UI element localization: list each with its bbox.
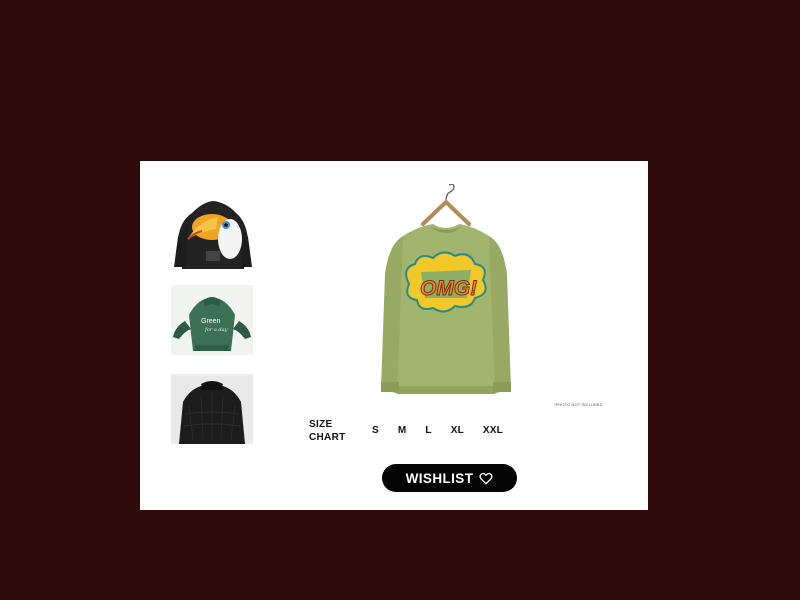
green-hoodie-print-text: Green (201, 318, 221, 325)
product-card: Green for a day OMG! *PHOTO NOT INCLUDED… (140, 161, 648, 510)
thumbnail-black-jacket[interactable] (171, 374, 253, 444)
size-options: S M L XL XXL (372, 425, 522, 436)
size-option-s[interactable]: S (372, 425, 379, 436)
size-option-m[interactable]: M (398, 425, 407, 436)
photo-note: *PHOTO NOT INCLUDED (554, 402, 603, 407)
size-option-xxl[interactable]: XXL (483, 425, 503, 436)
svg-text:for a day: for a day (204, 327, 228, 333)
black-jacket-image (179, 381, 245, 444)
size-chart-label: SIZE CHART (309, 419, 346, 443)
green-hoodie-image: Green for a day (173, 297, 251, 351)
wishlist-button[interactable]: WISHLIST (382, 464, 517, 492)
heart-outline-icon (479, 472, 493, 484)
main-product-image: OMG! (371, 184, 521, 409)
wishlist-label: WISHLIST (405, 470, 474, 486)
thumbnail-toucan-hoodie[interactable] (172, 199, 254, 269)
toucan-hoodie-image (172, 199, 254, 269)
size-option-xl[interactable]: XL (451, 425, 464, 436)
omg-graphic-text: OMG! (420, 277, 477, 300)
thumbnail-green-hoodie[interactable]: Green for a day (171, 285, 253, 355)
size-option-l[interactable]: L (425, 425, 431, 436)
